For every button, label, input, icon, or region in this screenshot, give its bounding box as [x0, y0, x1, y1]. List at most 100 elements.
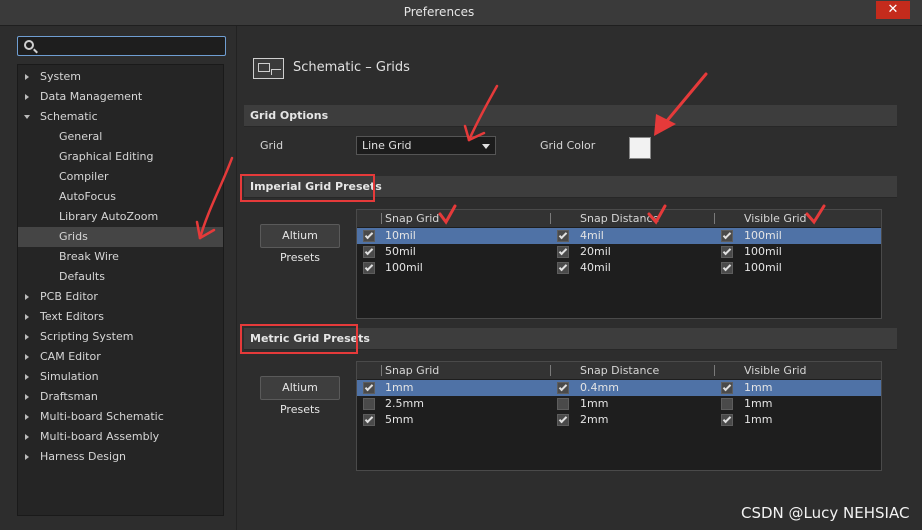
sidebar-item-autofocus[interactable]: AutoFocus	[18, 187, 223, 207]
column-header[interactable]: Snap Distance	[580, 212, 659, 225]
cell-value: 100mil	[744, 261, 782, 274]
row-checkbox[interactable]	[363, 414, 375, 426]
chevron-right-icon[interactable]	[25, 454, 29, 460]
sidebar-item-pcb-editor[interactable]: PCB Editor	[18, 287, 223, 307]
chevron-down-icon	[482, 144, 490, 149]
row-checkbox[interactable]	[557, 414, 569, 426]
sidebar-item-graphical-editing[interactable]: Graphical Editing	[18, 147, 223, 167]
table-row[interactable]: 10mil 4mil 100mil	[357, 228, 881, 244]
metric-highlight-box	[240, 324, 358, 354]
table-row[interactable]: 50mil 20mil 100mil	[357, 244, 881, 260]
sidebar-item-label: Harness Design	[40, 450, 127, 463]
search-input[interactable]	[40, 38, 220, 54]
check-icon	[364, 246, 374, 256]
chevron-right-icon[interactable]	[25, 374, 29, 380]
row-checkbox[interactable]	[363, 382, 375, 394]
table-row[interactable]: 1mm 0.4mm 1mm	[357, 380, 881, 396]
column-divider[interactable]	[714, 365, 715, 376]
watermark: CSDN @Lucy NEHSIAC	[741, 504, 910, 522]
table-row[interactable]: 100mil 40mil 100mil	[357, 260, 881, 276]
row-checkbox[interactable]	[557, 262, 569, 274]
chevron-right-icon[interactable]	[25, 334, 29, 340]
column-divider[interactable]	[381, 365, 382, 376]
chevron-right-icon[interactable]	[25, 414, 29, 420]
row-checkbox[interactable]	[363, 246, 375, 258]
row-checkbox[interactable]	[557, 382, 569, 394]
row-checkbox[interactable]	[363, 262, 375, 274]
check-icon	[364, 262, 374, 272]
sidebar-item-data-management[interactable]: Data Management	[18, 87, 223, 107]
sidebar-item-label: Scripting System	[40, 330, 134, 343]
row-checkbox[interactable]	[721, 398, 733, 410]
column-divider[interactable]	[381, 213, 382, 224]
column-divider[interactable]	[550, 365, 551, 376]
sidebar-item-harness-design[interactable]: Harness Design	[18, 447, 223, 467]
column-header[interactable]: Visible Grid	[744, 364, 807, 377]
grid-color-swatch[interactable]	[629, 137, 651, 159]
row-checkbox[interactable]	[363, 230, 375, 242]
chevron-right-icon[interactable]	[25, 314, 29, 320]
cell-value: 1mm	[744, 381, 773, 394]
sidebar-item-grids[interactable]: Grids	[18, 227, 223, 247]
sidebar-item-defaults[interactable]: Defaults	[18, 267, 223, 287]
preferences-tree: System Data Management Schematic General Gra…	[17, 64, 224, 516]
sidebar-item-draftsman[interactable]: Draftsman	[18, 387, 223, 407]
column-header[interactable]: Snap Grid	[385, 212, 439, 225]
title-bar: Preferences ✕	[0, 0, 922, 26]
row-checkbox[interactable]	[721, 382, 733, 394]
column-divider[interactable]	[550, 213, 551, 224]
imperial-altium-presets-button[interactable]: Altium Presets	[260, 224, 340, 264]
row-checkbox[interactable]	[721, 414, 733, 426]
chevron-right-icon[interactable]	[25, 74, 29, 80]
search-box[interactable]	[17, 36, 226, 56]
sidebar-item-label: Break Wire	[59, 250, 119, 263]
column-header[interactable]: Snap Grid	[385, 364, 439, 377]
sidebar-item-multi-board-assembly[interactable]: Multi-board Assembly	[18, 427, 223, 447]
sidebar-item-text-editors[interactable]: Text Editors	[18, 307, 223, 327]
sidebar-item-compiler[interactable]: Compiler	[18, 167, 223, 187]
row-checkbox[interactable]	[721, 246, 733, 258]
table-header: Snap Grid Snap Distance Visible Grid	[357, 362, 881, 379]
row-checkbox[interactable]	[557, 230, 569, 242]
column-header[interactable]: Visible Grid	[744, 212, 807, 225]
sidebar-item-scripting-system[interactable]: Scripting System	[18, 327, 223, 347]
cell-value: 1mm	[580, 397, 609, 410]
cell-value: 1mm	[744, 413, 773, 426]
sidebar-item-multi-board-schematic[interactable]: Multi-board Schematic	[18, 407, 223, 427]
check-icon	[722, 246, 732, 256]
cell-value: 4mil	[580, 229, 604, 242]
check-icon	[722, 262, 732, 272]
sidebar-item-label: Data Management	[40, 90, 143, 103]
column-header[interactable]: Snap Distance	[580, 364, 659, 377]
grid-type-value: Line Grid	[362, 139, 412, 152]
row-checkbox[interactable]	[557, 246, 569, 258]
sidebar-item-break-wire[interactable]: Break Wire	[18, 247, 223, 267]
row-checkbox[interactable]	[557, 398, 569, 410]
chevron-right-icon[interactable]	[25, 354, 29, 360]
column-divider[interactable]	[714, 213, 715, 224]
row-checkbox[interactable]	[363, 398, 375, 410]
sidebar-item-general[interactable]: General	[18, 127, 223, 147]
table-row[interactable]: 5mm 2mm 1mm	[357, 412, 881, 428]
check-icon	[722, 382, 732, 392]
grid-type-dropdown[interactable]: Line Grid	[356, 136, 496, 155]
chevron-right-icon[interactable]	[25, 294, 29, 300]
chevron-down-icon[interactable]	[24, 115, 30, 119]
sidebar-item-library-autozoom[interactable]: Library AutoZoom	[18, 207, 223, 227]
sidebar-item-label: PCB Editor	[40, 290, 98, 303]
sidebar-item-cam-editor[interactable]: CAM Editor	[18, 347, 223, 367]
sidebar-item-simulation[interactable]: Simulation	[18, 367, 223, 387]
chevron-right-icon[interactable]	[25, 94, 29, 100]
sidebar-item-schematic[interactable]: Schematic	[18, 107, 223, 127]
check-icon	[722, 414, 732, 424]
sidebar-item-system[interactable]: System	[18, 67, 223, 87]
row-checkbox[interactable]	[721, 262, 733, 274]
chevron-right-icon[interactable]	[25, 394, 29, 400]
sidebar-item-label: General	[59, 130, 103, 143]
chevron-right-icon[interactable]	[25, 434, 29, 440]
imperial-highlight-box	[240, 174, 375, 202]
table-row[interactable]: 2.5mm 1mm 1mm	[357, 396, 881, 412]
row-checkbox[interactable]	[721, 230, 733, 242]
close-button[interactable]: ✕	[876, 1, 910, 19]
metric-altium-presets-button[interactable]: Altium Presets	[260, 376, 340, 416]
